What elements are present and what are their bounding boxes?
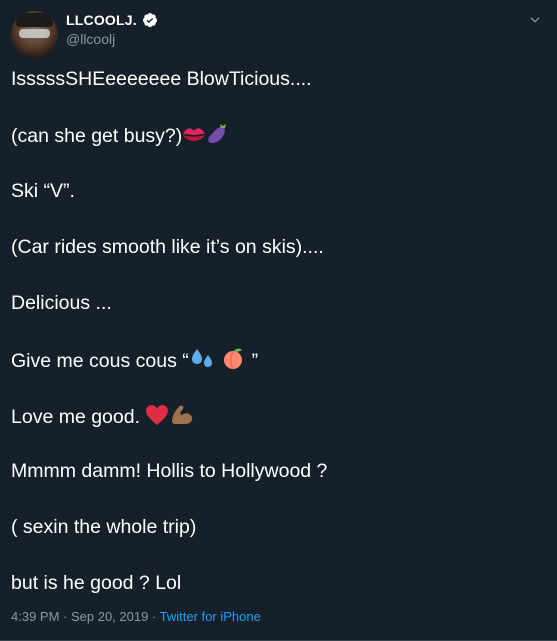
metadata-separator: · bbox=[148, 609, 160, 624]
tweet-line: but is he good ? Lol bbox=[11, 572, 182, 594]
flexed-biceps-icon bbox=[172, 405, 193, 424]
user-handle[interactable]: @llcoolj bbox=[66, 31, 115, 47]
chevron-down-icon[interactable] bbox=[526, 11, 544, 29]
tweet-line: Give me cous cous “ ” bbox=[11, 346, 258, 374]
tweet-timestamp[interactable]: 4:39 PM · Sep 20, 2019 bbox=[11, 609, 148, 624]
peach-icon bbox=[224, 348, 243, 370]
avatar-sunglasses bbox=[19, 29, 50, 38]
author-name-row[interactable]: LLCOOLJ. bbox=[66, 11, 158, 29]
display-name[interactable]: LLCOOLJ. bbox=[66, 12, 137, 28]
tweet-line-text: Give me cous cous “ bbox=[11, 350, 189, 372]
verified-badge-icon bbox=[142, 13, 157, 28]
avatar[interactable] bbox=[11, 11, 58, 58]
tweet-line: IsssssSHEeeeeeee BlowTicious.... bbox=[11, 68, 312, 90]
tweet-line: Love me good. bbox=[11, 402, 195, 430]
tweet-line: Delicious ... bbox=[11, 292, 112, 314]
tweet-line: ( sexin the whole trip) bbox=[11, 516, 197, 538]
tweet-line: (can she get busy?) bbox=[11, 121, 230, 149]
tweet-line-text: Love me good. bbox=[11, 406, 141, 428]
tweet-line: Mmmm damm! Hollis to Hollywood ? bbox=[11, 460, 328, 482]
sweat-droplets-icon bbox=[191, 349, 212, 367]
tweet-line-text: ” bbox=[251, 350, 259, 372]
kiss-mark-icon bbox=[183, 128, 206, 141]
eggplant-icon bbox=[208, 124, 227, 143]
tweet-line: Ski “V”. bbox=[11, 180, 75, 202]
avatar-cap bbox=[16, 13, 53, 27]
tweet-source-link[interactable]: Twitter for iPhone bbox=[160, 609, 261, 624]
tweet-card: LLCOOLJ. @llcoolj IsssssSHEeeeeeee BlowT… bbox=[0, 0, 557, 641]
tweet-line: (Car rides smooth like it’s on skis).... bbox=[11, 236, 324, 258]
tweet-metadata: 4:39 PM · Sep 20, 2019 · Twitter for iPh… bbox=[11, 609, 261, 624]
tweet-line-text: (can she get busy?) bbox=[11, 125, 183, 147]
red-heart-icon bbox=[146, 405, 169, 425]
